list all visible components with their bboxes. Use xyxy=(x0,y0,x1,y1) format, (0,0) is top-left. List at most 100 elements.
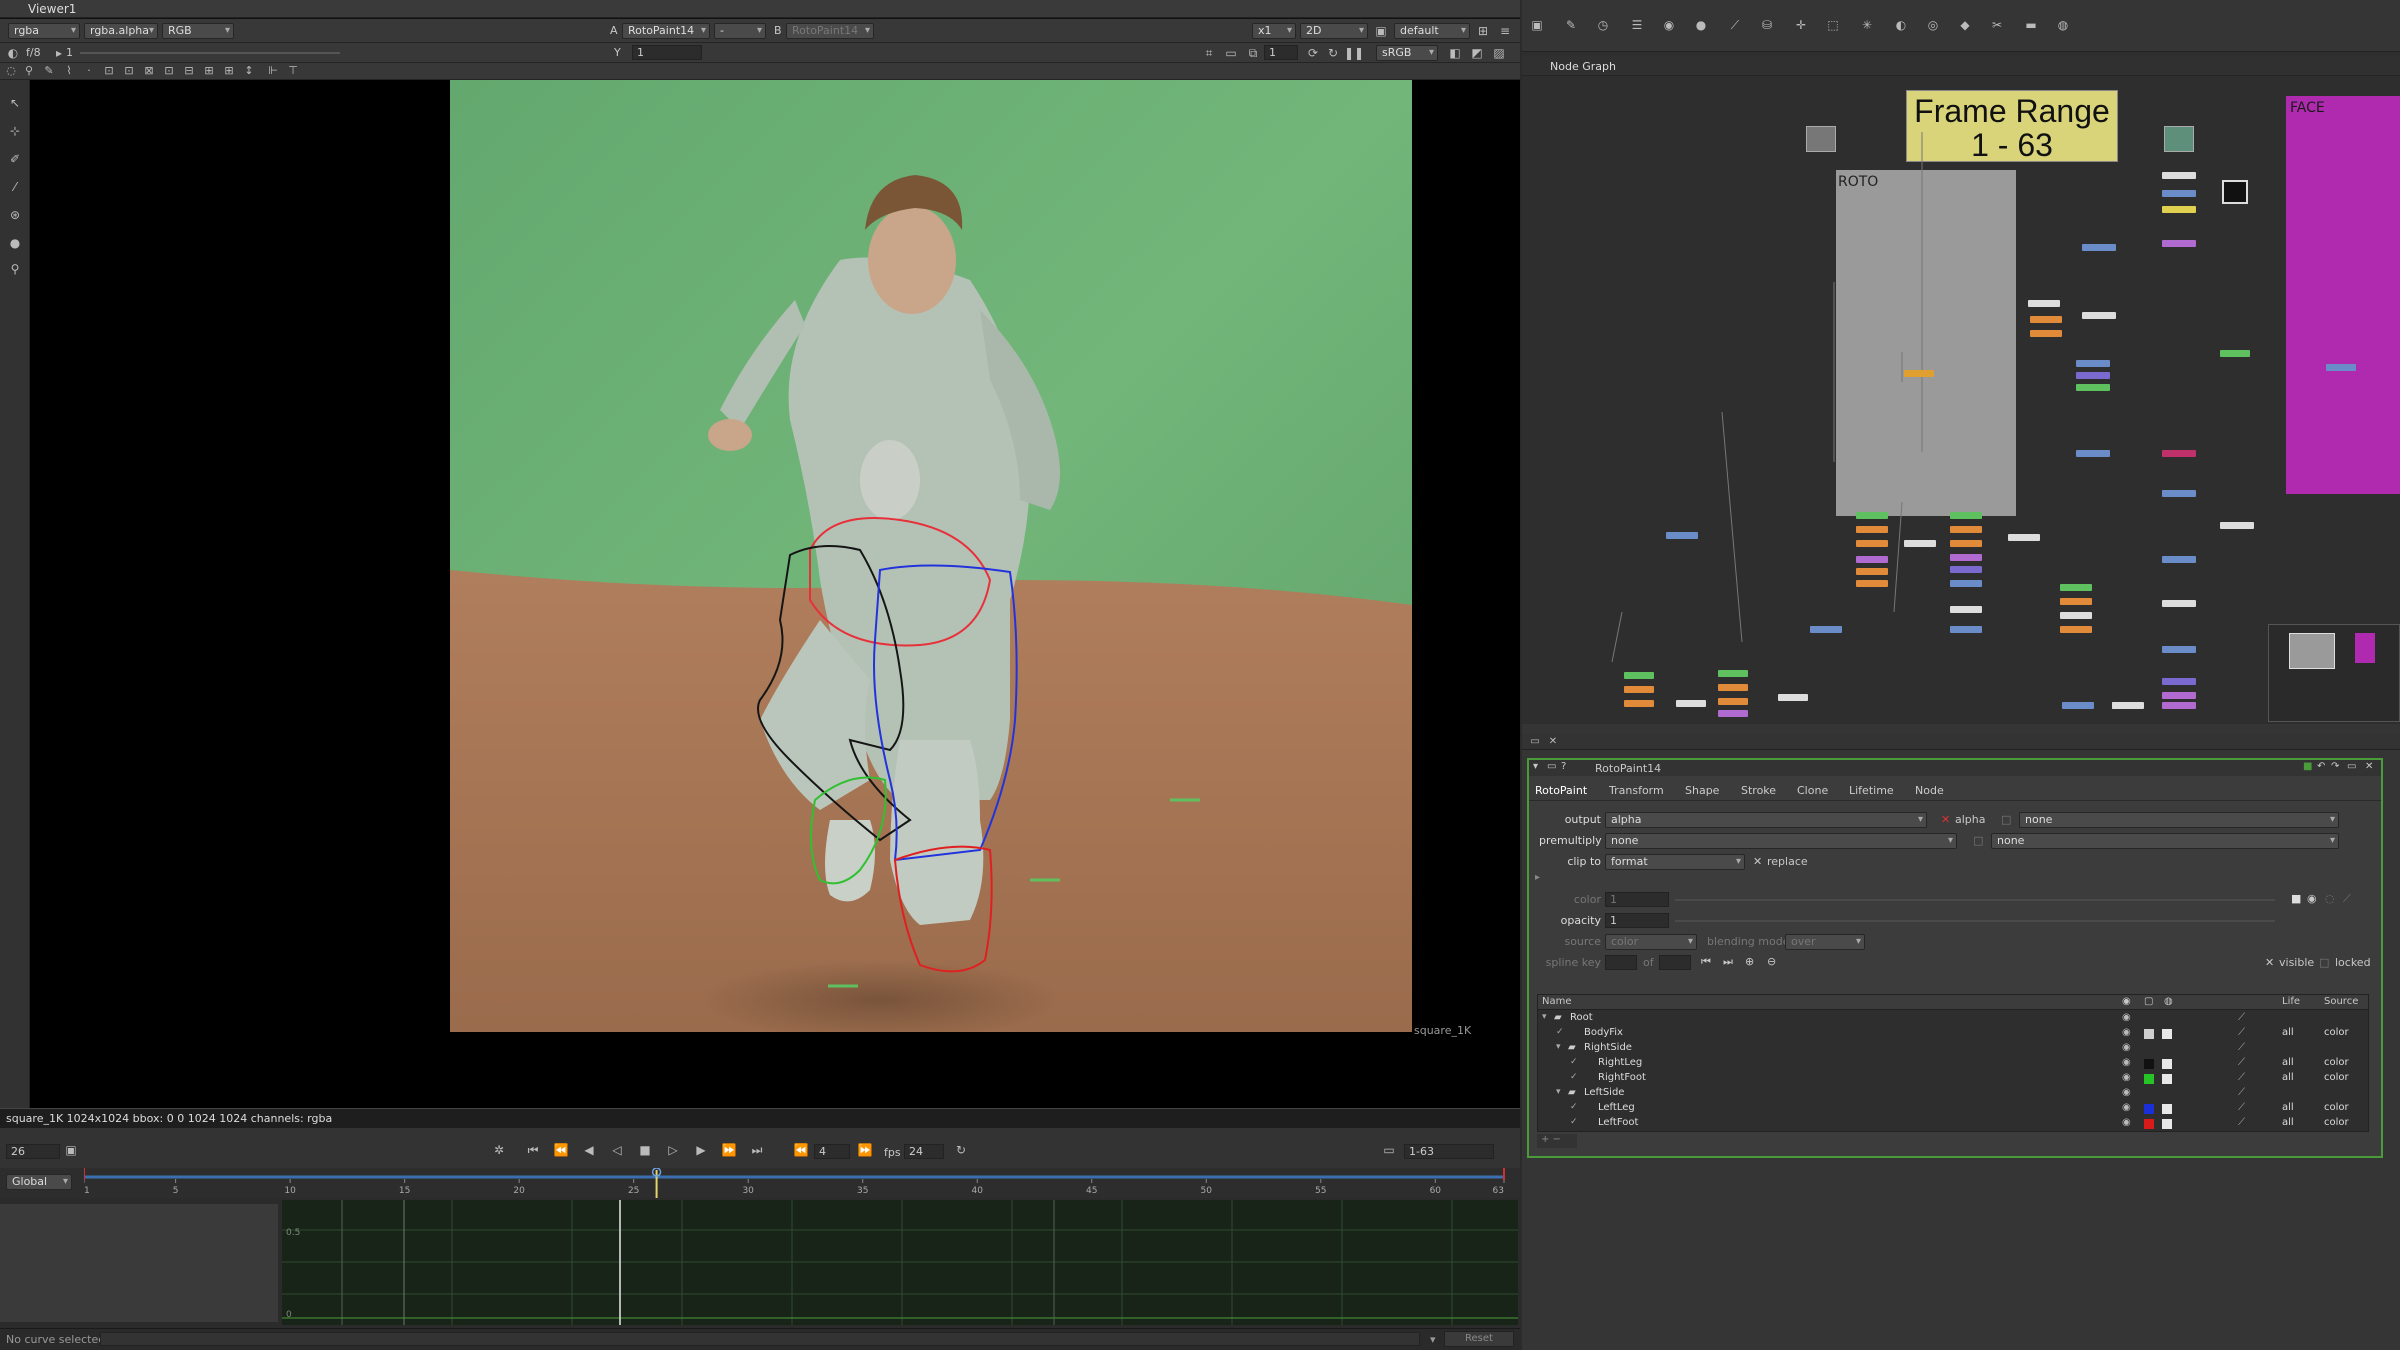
help-icon[interactable]: ? xyxy=(1561,761,1566,772)
other-nodes-icon[interactable]: ▬ xyxy=(2022,16,2040,34)
node[interactable] xyxy=(1950,566,1982,573)
opacity-field[interactable]: 1 xyxy=(1605,913,1669,928)
node[interactable] xyxy=(1950,526,1982,533)
play-backward-icon[interactable]: ◁ xyxy=(608,1141,626,1159)
loop-icon[interactable]: ↻ xyxy=(952,1141,970,1159)
pen-icon[interactable]: ✎ xyxy=(40,62,58,80)
current-frame-field[interactable]: 26 xyxy=(6,1144,60,1159)
overlay-color-swatch[interactable] xyxy=(2162,1074,2172,1084)
node[interactable] xyxy=(2220,350,2250,357)
select-points-icon[interactable]: ⊡ xyxy=(100,62,118,80)
last-frame-icon[interactable]: ⏭ xyxy=(748,1141,766,1159)
node[interactable] xyxy=(2162,646,2196,653)
check-icon[interactable]: ✓ xyxy=(1556,1027,1564,1037)
gain-icon[interactable]: ◐ xyxy=(4,44,22,62)
ripple-icon[interactable]: ⊟ xyxy=(180,62,198,80)
compare-op-dropdown[interactable]: - xyxy=(714,23,766,39)
layer-color-swatch[interactable] xyxy=(2144,1074,2154,1084)
delete-key-icon[interactable]: ⊖ xyxy=(1767,955,1776,968)
layer-row[interactable]: ▾ ▰ LeftSide ◉ ⟋ xyxy=(1538,1086,2368,1101)
stripes-icon[interactable]: ▨ xyxy=(1490,44,1508,62)
node[interactable] xyxy=(1950,606,1982,613)
output-alpha-checkbox[interactable]: ✕ xyxy=(1941,813,1950,826)
color-wheel-icon[interactable]: ◉ xyxy=(2307,892,2317,905)
node-name-field[interactable]: RotoPaint14 xyxy=(1595,762,1661,775)
node[interactable] xyxy=(1904,540,1936,547)
layer-source[interactable]: color xyxy=(2324,1117,2349,1128)
layer-name[interactable]: LeftLeg xyxy=(1598,1102,1635,1113)
layer-life[interactable]: all xyxy=(2282,1102,2294,1113)
node[interactable] xyxy=(2162,172,2196,179)
node[interactable] xyxy=(2060,626,2092,633)
node[interactable] xyxy=(2062,702,2094,709)
time-nodes-icon[interactable]: ◷ xyxy=(1594,16,1612,34)
motion-blur-icon[interactable]: ⟋ xyxy=(2238,1117,2245,1128)
layer-name[interactable]: RightLeg xyxy=(1598,1057,1642,1068)
color-slider[interactable] xyxy=(1675,899,2275,901)
motion-blur-icon[interactable]: ⟋ xyxy=(2238,1057,2245,1068)
visibility-icon[interactable]: ◉ xyxy=(2122,1042,2131,1053)
node[interactable] xyxy=(2162,240,2196,247)
next-key-icon[interactable]: ⏭ xyxy=(1723,955,1733,969)
step-forward-icon[interactable]: ⏩ xyxy=(856,1141,874,1159)
layer-color-swatch[interactable] xyxy=(2144,1119,2154,1129)
node[interactable] xyxy=(1950,626,1982,633)
node[interactable] xyxy=(2162,206,2196,213)
timeline[interactable]: Global 15101520253035404550556063 xyxy=(0,1168,1520,1198)
tab-stroke[interactable]: Stroke xyxy=(1741,784,1776,797)
layer-source[interactable]: color xyxy=(2324,1027,2349,1038)
node[interactable] xyxy=(2060,598,2092,605)
tab-lifetime[interactable]: Lifetime xyxy=(1849,784,1894,797)
views-nodes-icon[interactable]: ◎ xyxy=(1924,16,1942,34)
node[interactable] xyxy=(2008,534,2040,541)
colorspace-dropdown[interactable]: RGB xyxy=(162,23,234,39)
layer-name[interactable]: Root xyxy=(1570,1012,1593,1023)
reset-button[interactable]: Reset xyxy=(1444,1331,1514,1347)
node[interactable] xyxy=(2060,584,2092,591)
settings-icon[interactable]: ✲ xyxy=(490,1141,508,1159)
label-points-icon[interactable]: ⊞ xyxy=(220,62,238,80)
node[interactable] xyxy=(2162,490,2196,497)
paint-tool-icon[interactable]: ⁄ xyxy=(6,178,24,196)
frame-field[interactable]: 1 xyxy=(1264,45,1298,60)
color-curve-icon[interactable]: ⟋ xyxy=(2343,892,2351,906)
filter-nodes-icon[interactable]: ● xyxy=(1692,16,1710,34)
fps-field[interactable]: 24 xyxy=(904,1144,944,1159)
node[interactable] xyxy=(2082,312,2116,319)
node[interactable] xyxy=(2076,450,2110,457)
replace-checkbox[interactable]: ✕ xyxy=(1753,855,1762,868)
node[interactable] xyxy=(2162,556,2196,563)
crop-icon[interactable]: ⌗ xyxy=(1200,44,1218,62)
node[interactable] xyxy=(1718,670,1748,677)
expand-arrow-icon[interactable]: ▾ xyxy=(1556,1042,1561,1052)
visibility-icon[interactable]: ◉ xyxy=(2122,1012,2131,1023)
curve-list[interactable] xyxy=(0,1204,278,1322)
column-name[interactable]: Name xyxy=(1542,996,1572,1007)
node[interactable] xyxy=(1718,698,1748,705)
plugins-nodes-icon[interactable]: ◍ xyxy=(2054,16,2072,34)
node[interactable] xyxy=(2162,702,2196,709)
roto-backdrop-node[interactable] xyxy=(1904,370,1934,377)
node[interactable] xyxy=(2112,702,2142,709)
node[interactable] xyxy=(1718,710,1748,717)
node[interactable] xyxy=(2076,360,2110,367)
tab-rotopaint[interactable]: RotoPaint xyxy=(1535,784,1587,797)
overlay-color-swatch[interactable] xyxy=(2162,1104,2172,1114)
tab-clone[interactable]: Clone xyxy=(1797,784,1828,797)
next-frame-icon[interactable]: ▶ xyxy=(692,1141,710,1159)
dodge-tool-icon[interactable]: ⚲ xyxy=(6,260,24,278)
collapse-icon[interactable]: ▾ xyxy=(1533,761,1538,772)
color-nodes-icon[interactable]: ◉ xyxy=(1660,16,1678,34)
check-icon[interactable]: ✓ xyxy=(1570,1117,1578,1127)
layer-row[interactable]: ▾ ▰ RightSide ◉ ⟋ xyxy=(1538,1041,2368,1056)
node[interactable] xyxy=(2162,678,2196,685)
visible-checkbox[interactable]: ✕ xyxy=(2265,956,2274,969)
visibility-icon[interactable]: ◉ xyxy=(2122,1072,2131,1083)
overlay-icon[interactable]: ◩ xyxy=(1468,44,1486,62)
input-b-dropdown[interactable]: RotoPaint14 xyxy=(786,23,874,39)
clone-tool-icon[interactable]: ⊛ xyxy=(6,206,24,224)
motion-blur-icon[interactable]: ⟋ xyxy=(2238,1012,2245,1023)
update-icon[interactable]: ↻ xyxy=(1324,44,1342,62)
node[interactable] xyxy=(2030,316,2062,323)
particles-nodes-icon[interactable]: ✳ xyxy=(1858,16,1876,34)
